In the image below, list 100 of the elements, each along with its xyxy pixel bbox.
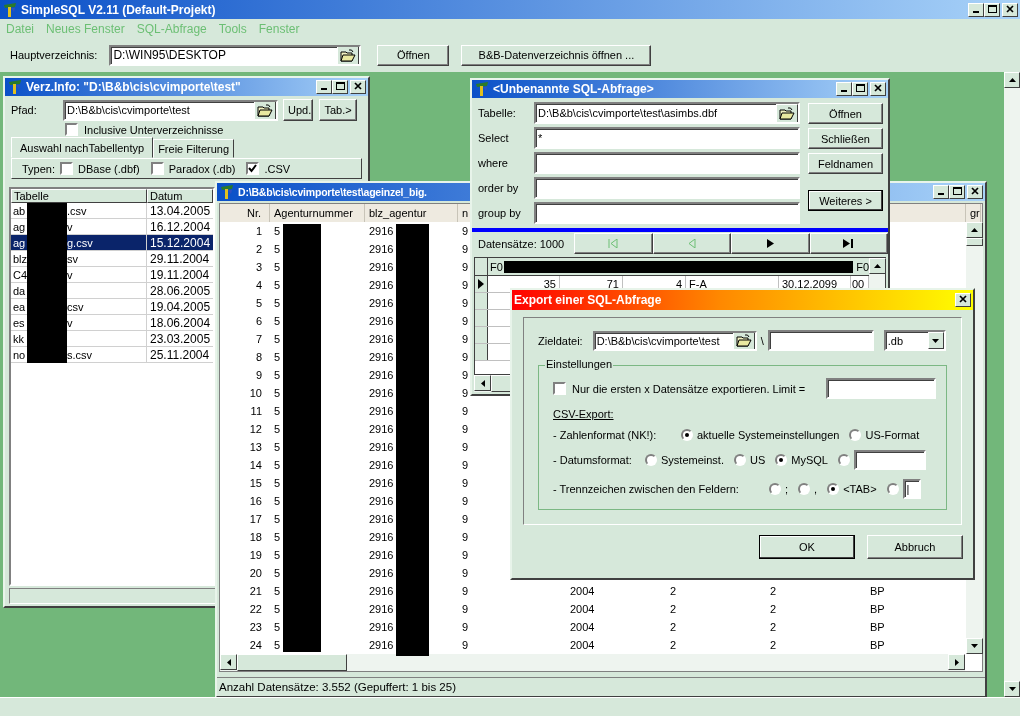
- maximize-button[interactable]: [984, 2, 1000, 17]
- minimize-button[interactable]: [836, 82, 852, 96]
- list-row[interactable]: no s.csv 25.11.2004: [11, 347, 213, 363]
- list-row[interactable]: ab .csv 13.04.2005: [11, 203, 213, 219]
- query-label: order by: [478, 182, 520, 194]
- scrollbar-thumb[interactable]: [966, 238, 983, 246]
- checkbox[interactable]: [60, 162, 74, 175]
- browse-folder-button[interactable]: [776, 104, 798, 122]
- query-button[interactable]: Schließen: [808, 128, 883, 149]
- minimize-button[interactable]: [933, 185, 949, 199]
- toolbar-button[interactable]: B&B-Datenverzeichnis öffnen ...: [461, 44, 652, 66]
- browse-folder-button[interactable]: [732, 332, 755, 349]
- column-header[interactable]: F0: [488, 260, 503, 273]
- scrollbar-thumb[interactable]: [237, 654, 347, 671]
- checkbox[interactable]: [553, 382, 566, 395]
- tab[interactable]: Auswahl nachTabellentyp: [11, 137, 154, 158]
- main-directory-field[interactable]: D:\WIN95\DESKTOP: [109, 44, 362, 66]
- row-header-cell[interactable]: [475, 310, 488, 326]
- radio-button[interactable]: [837, 454, 850, 466]
- radio-button[interactable]: [849, 429, 862, 441]
- vertical-scrollbar[interactable]: [1004, 72, 1020, 697]
- path-field[interactable]: D:\B&b\cis\cvimporte\test: [63, 99, 278, 121]
- query-field[interactable]: [534, 177, 800, 199]
- navigator-button[interactable]: [809, 233, 888, 254]
- previous-record-icon: [687, 239, 696, 248]
- query-field[interactable]: [534, 202, 800, 224]
- column-header[interactable]: blz_agentur: [369, 207, 427, 219]
- target-directory-field[interactable]: D:\B&b\cis\cvimporte\test: [592, 330, 757, 351]
- close-button[interactable]: [870, 82, 886, 96]
- checkbox[interactable]: [150, 162, 164, 175]
- row-header-cell[interactable]: [475, 276, 488, 292]
- column-header[interactable]: Datum: [147, 189, 213, 203]
- radio-button[interactable]: [886, 483, 899, 495]
- radio-button[interactable]: [827, 483, 840, 495]
- list-row[interactable]: blz sv 29.11.2004: [11, 251, 213, 267]
- radio-button[interactable]: [681, 429, 693, 441]
- folder-icon: [257, 103, 273, 117]
- navigator-button[interactable]: [731, 233, 810, 254]
- custom-value-field[interactable]: |: [902, 479, 921, 499]
- tab[interactable]: Freie Filterung: [153, 139, 235, 158]
- browse-folder-button[interactable]: [337, 46, 360, 64]
- query-field[interactable]: [534, 152, 800, 174]
- radio-button[interactable]: [733, 454, 746, 466]
- table-cell: 5: [274, 279, 281, 291]
- minimize-button[interactable]: [316, 80, 332, 94]
- radio-button[interactable]: [798, 483, 811, 495]
- list-row[interactable]: ag g.csv 15.12.2004: [11, 235, 213, 251]
- table-cell: 5: [274, 603, 281, 615]
- maximize-button[interactable]: [332, 80, 348, 94]
- column-header[interactable]: Agenturnummer: [274, 207, 353, 219]
- maximize-button[interactable]: [852, 82, 868, 96]
- checkbox[interactable]: [246, 162, 260, 175]
- maximize-button[interactable]: [949, 185, 965, 199]
- app-icon[interactable]: [474, 81, 490, 97]
- radio-button[interactable]: [775, 454, 788, 466]
- horizontal-scrollbar[interactable]: [220, 654, 965, 671]
- list-row[interactable]: da 28.06.2005: [11, 283, 213, 299]
- row-header-cell[interactable]: [475, 293, 488, 309]
- dialog-button[interactable]: OK: [759, 535, 855, 559]
- extension-dropdown[interactable]: .db: [883, 330, 946, 351]
- list-row[interactable]: es v 18.06.2004: [11, 315, 213, 331]
- query-button[interactable]: Feldnamen: [808, 153, 883, 174]
- radio-button[interactable]: [769, 483, 781, 495]
- column-header[interactable]: Tabelle: [11, 189, 147, 203]
- toolbar-button[interactable]: Upd.: [283, 99, 313, 121]
- file-name-field[interactable]: [767, 330, 874, 351]
- custom-value-field[interactable]: [853, 450, 926, 470]
- checkbox[interactable]: [65, 123, 78, 136]
- row-header-cell[interactable]: [475, 327, 488, 343]
- app-icon[interactable]: [2, 1, 18, 18]
- app-icon[interactable]: [219, 184, 235, 200]
- limit-field[interactable]: [826, 378, 936, 399]
- table-cell: 9: [255, 369, 262, 381]
- list-row[interactable]: C4 v 19.11.2004: [11, 267, 213, 283]
- close-button[interactable]: [967, 185, 983, 199]
- query-field[interactable]: *: [534, 127, 800, 149]
- path-separator: \: [760, 334, 764, 347]
- checkmark-icon: [248, 164, 258, 173]
- row-header-cell[interactable]: [475, 344, 488, 360]
- dialog-button[interactable]: Abbruch: [867, 535, 963, 559]
- close-button[interactable]: [1002, 2, 1018, 17]
- close-button[interactable]: [350, 80, 366, 94]
- browse-folder-button[interactable]: [254, 101, 276, 119]
- column-header[interactable]: gr: [970, 207, 980, 219]
- radio-button[interactable]: [645, 454, 657, 466]
- list-row[interactable]: kk 23.03.2005: [11, 331, 213, 347]
- column-header[interactable]: F0: [854, 260, 869, 273]
- minimize-button[interactable]: [968, 2, 984, 17]
- query-button[interactable]: Weiteres >: [808, 190, 883, 211]
- toolbar-button[interactable]: Tab.>: [319, 99, 357, 121]
- table-cell: 5: [274, 225, 281, 237]
- query-field[interactable]: D:\B&b\cis\cvimporte\test\asimbs.dbf: [534, 102, 800, 124]
- table-cell: 2916: [369, 567, 394, 579]
- query-button[interactable]: Öffnen: [808, 103, 883, 124]
- close-button[interactable]: [955, 293, 971, 307]
- toolbar-button[interactable]: Öffnen: [377, 44, 450, 66]
- app-icon[interactable]: [7, 79, 23, 95]
- column-header[interactable]: Nr.: [246, 207, 261, 219]
- list-row[interactable]: ea csv 19.04.2005: [11, 299, 213, 315]
- column-header[interactable]: n: [462, 207, 469, 219]
